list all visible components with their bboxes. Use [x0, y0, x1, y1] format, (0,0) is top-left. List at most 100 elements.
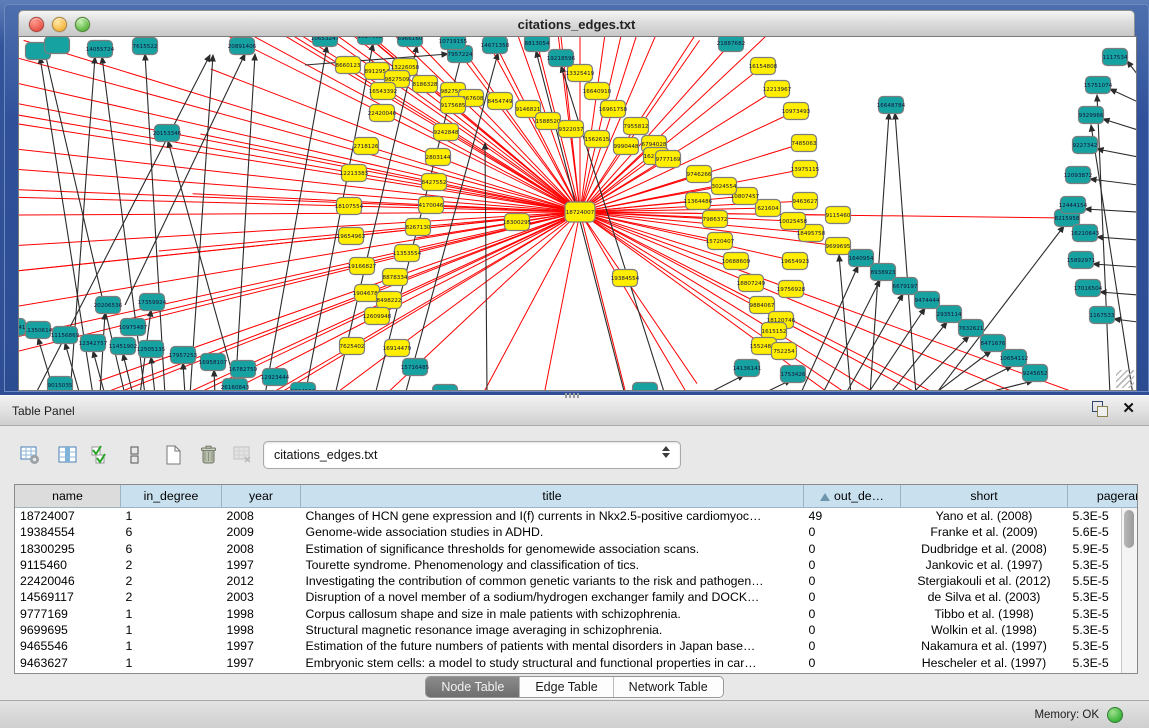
table-cell[interactable]: Yano et al. (2008)	[901, 508, 1068, 525]
tab-network-table[interactable]: Network Table	[613, 677, 723, 697]
table-cell[interactable]: 0	[804, 573, 901, 589]
table-cell[interactable]: 6	[121, 541, 222, 557]
column-header-year[interactable]: year	[222, 485, 301, 508]
column-header-pagerank[interactable]: pagerank	[1068, 485, 1139, 508]
table-cell[interactable]: 0	[804, 541, 901, 557]
table-cell[interactable]: 0	[804, 606, 901, 622]
table-cell[interactable]: 1	[121, 508, 222, 525]
table-cell[interactable]: 9465546	[15, 638, 121, 654]
table-cell[interactable]: 14569117	[15, 589, 121, 605]
table-cell[interactable]: 49	[804, 508, 901, 525]
show-columns-icon[interactable]	[55, 442, 81, 468]
table-settings-icon[interactable]	[17, 442, 43, 468]
column-header-in_degree[interactable]: in_degree	[121, 485, 222, 508]
table-cell[interactable]: 2008	[222, 508, 301, 525]
column-header-name[interactable]: name	[15, 485, 121, 508]
network-window-titlebar[interactable]: citations_edges.txt	[18, 10, 1135, 37]
table-cell[interactable]: Jankovic et al. (1997)	[901, 557, 1068, 573]
table-cell[interactable]: Structural magnetic resonance image aver…	[301, 622, 804, 638]
float-panel-icon[interactable]	[1092, 401, 1108, 417]
close-panel-icon[interactable]: ✕	[1122, 402, 1135, 416]
table-cell[interactable]: 1	[121, 606, 222, 622]
table-row[interactable]: 1830029562008Estimation of significance …	[15, 541, 1138, 557]
column-header-out_de[interactable]: out_de…	[804, 485, 901, 508]
table-cell[interactable]: Genome-wide association studies in ADHD.	[301, 524, 804, 540]
table-cell[interactable]: Franke et al. (2009)	[901, 524, 1068, 540]
table-cell[interactable]: Embryonic stem cells: a model to study s…	[301, 655, 804, 671]
table-cell[interactable]: 1997	[222, 638, 301, 654]
table-cell[interactable]: Dudbridge et al. (2008)	[901, 541, 1068, 557]
table-cell[interactable]: 0	[804, 655, 901, 671]
table-cell[interactable]: 0	[804, 524, 901, 540]
table-cell[interactable]: 9777169	[15, 606, 121, 622]
table-cell[interactable]: 2008	[222, 541, 301, 557]
table-cell[interactable]: 2	[121, 589, 222, 605]
table-row[interactable]: 977716911998Corpus callosum shape and si…	[15, 606, 1138, 622]
table-cell[interactable]: de Silva et al. (2003)	[901, 589, 1068, 605]
panel-divider-grip[interactable]	[565, 393, 581, 398]
minimize-window-button[interactable]	[52, 17, 67, 32]
table-cell[interactable]: Estimation of the future numbers of pati…	[301, 638, 804, 654]
table-cell[interactable]: Changes of HCN gene expression and I(f) …	[301, 508, 804, 525]
table-scrollbar-thumb[interactable]	[1124, 510, 1134, 548]
select-attributes-icon[interactable]	[88, 442, 114, 468]
tab-node-table[interactable]: Node Table	[426, 677, 519, 697]
table-cell[interactable]: Investigating the contribution of common…	[301, 573, 804, 589]
graph-node[interactable]	[45, 37, 70, 54]
table-cell[interactable]: Hescheler et al. (1997)	[901, 655, 1068, 671]
table-cell[interactable]: 18724007	[15, 508, 121, 525]
table-cell[interactable]: 0	[804, 622, 901, 638]
close-window-button[interactable]	[29, 17, 44, 32]
table-cell[interactable]: 1997	[222, 655, 301, 671]
table-row[interactable]: 2242004622012Investigating the contribut…	[15, 573, 1138, 589]
table-cell[interactable]: 18300295	[15, 541, 121, 557]
table-cell[interactable]: Stergiakouli et al. (2012)	[901, 573, 1068, 589]
table-cell[interactable]: 1	[121, 655, 222, 671]
table-row[interactable]: 1938455462009Genome-wide association stu…	[15, 524, 1138, 540]
tab-edge-table[interactable]: Edge Table	[519, 677, 612, 697]
table-cell[interactable]: 1998	[222, 622, 301, 638]
table-cell[interactable]: Corpus callosum shape and size in male p…	[301, 606, 804, 622]
table-cell[interactable]: 0	[804, 589, 901, 605]
table-cell[interactable]: 19384554	[15, 524, 121, 540]
table-scrollbar[interactable]	[1121, 508, 1137, 673]
table-cell[interactable]: 1	[121, 638, 222, 654]
table-cell[interactable]: Tibbo et al. (1998)	[901, 606, 1068, 622]
table-cell[interactable]: 9115460	[15, 557, 121, 573]
table-cell[interactable]: 2003	[222, 589, 301, 605]
table-cell[interactable]: 6	[121, 524, 222, 540]
table-cell[interactable]: 2	[121, 557, 222, 573]
new-column-icon[interactable]	[160, 442, 186, 468]
table-cell[interactable]: 0	[804, 557, 901, 573]
node-table-grid[interactable]: namein_degreeyeartitleout_de…shortpagera…	[15, 485, 1138, 671]
table-cell[interactable]: 22420046	[15, 573, 121, 589]
table-cell[interactable]: 9463627	[15, 655, 121, 671]
table-cell[interactable]: 9699695	[15, 622, 121, 638]
column-header-short[interactable]: short	[901, 485, 1068, 508]
table-panel-header[interactable]: Table Panel ✕	[0, 395, 1149, 426]
column-header-title[interactable]: title	[301, 485, 804, 508]
table-row[interactable]: 1872400712008Changes of HCN gene express…	[15, 508, 1138, 525]
delete-icon[interactable]	[195, 442, 221, 468]
zoom-window-button[interactable]	[75, 17, 90, 32]
table-row[interactable]: 969969511998Structural magnetic resonanc…	[15, 622, 1138, 638]
graph-node[interactable]	[433, 385, 458, 391]
graph-node[interactable]	[633, 383, 658, 391]
table-cell[interactable]: Tourette syndrome. Phenomenology and cla…	[301, 557, 804, 573]
table-cell[interactable]: Estimation of significance thresholds fo…	[301, 541, 804, 557]
table-cell[interactable]: 1998	[222, 606, 301, 622]
table-cell[interactable]: Wolkin et al. (1998)	[901, 622, 1068, 638]
canvas-resize-grip[interactable]	[1116, 370, 1134, 388]
table-cell[interactable]: 1997	[222, 557, 301, 573]
table-cell[interactable]: 2012	[222, 573, 301, 589]
table-row[interactable]: 946362711997Embryonic stem cells: a mode…	[15, 655, 1138, 671]
table-row[interactable]: 1456911722003Disruption of a novel membe…	[15, 589, 1138, 605]
network-canvas[interactable]: 8660123891295413226058982750916543392818…	[18, 36, 1137, 391]
table-cell[interactable]: 1	[121, 622, 222, 638]
table-cell[interactable]: Nakamura et al. (1997)	[901, 638, 1068, 654]
table-cell[interactable]: 2	[121, 573, 222, 589]
table-cell[interactable]: 2009	[222, 524, 301, 540]
table-row[interactable]: 946554611997Estimation of the future num…	[15, 638, 1138, 654]
table-selector-dropdown[interactable]: citations_edges.txt	[263, 441, 681, 469]
table-cell[interactable]: 0	[804, 638, 901, 654]
